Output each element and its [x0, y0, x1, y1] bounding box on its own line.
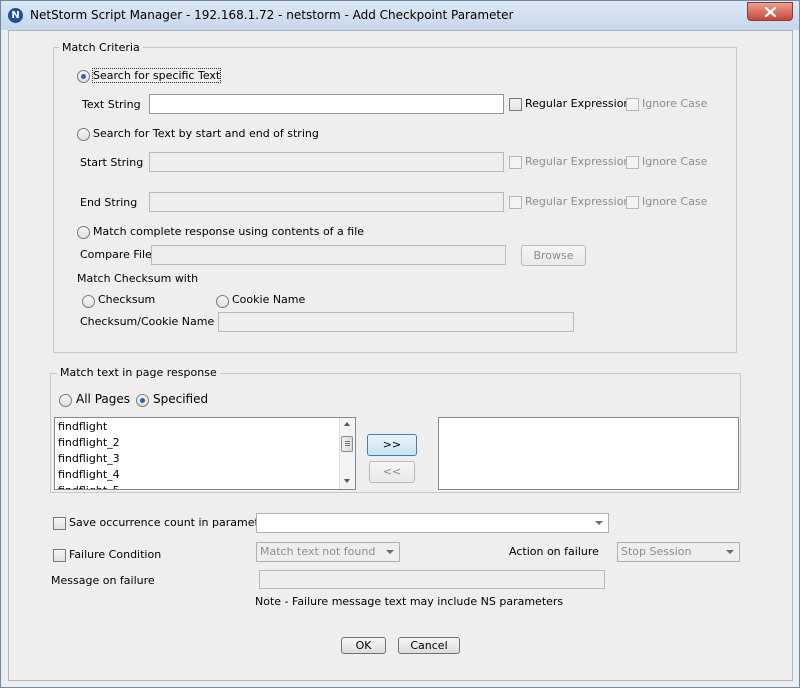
- start-string-label: Start String: [80, 156, 144, 169]
- scroll-up-icon[interactable]: [344, 422, 350, 426]
- end-string-label: End String: [80, 196, 138, 209]
- chevron-down-icon: [595, 521, 603, 525]
- title-bar: N NetStorm Script Manager - 192.168.1.72…: [1, 1, 799, 30]
- failure-condition-checkbox[interactable]: [53, 549, 66, 562]
- checksum-cookie-input[interactable]: [218, 312, 574, 332]
- remove-page-button[interactable]: <<: [369, 461, 415, 483]
- radio-checksum[interactable]: [82, 295, 95, 308]
- regex-checkbox-2[interactable]: [509, 156, 522, 169]
- message-on-failure-label: Message on failure: [51, 574, 155, 587]
- list-item[interactable]: findflight: [55, 419, 355, 435]
- save-count-checkbox[interactable]: [53, 517, 66, 530]
- scroll-down-icon[interactable]: [344, 479, 350, 483]
- ignore-case-checkbox-2[interactable]: [626, 156, 639, 169]
- regex-label-3: Regular Expression: [525, 195, 631, 208]
- chevron-down-icon: [726, 550, 734, 554]
- match-criteria-legend: Match Criteria: [59, 41, 143, 54]
- regex-label-2: Regular Expression: [525, 155, 631, 168]
- radio-all-pages[interactable]: [59, 394, 72, 407]
- radio-search-start-end[interactable]: [77, 128, 90, 141]
- radio-checksum-label[interactable]: Checksum: [98, 293, 155, 306]
- end-string-input[interactable]: [149, 192, 504, 212]
- dialog-window: N NetStorm Script Manager - 192.168.1.72…: [0, 0, 800, 688]
- radio-all-pages-label[interactable]: All Pages: [76, 392, 130, 406]
- ignore-case-label-1: Ignore Case: [642, 97, 708, 110]
- radio-match-file[interactable]: [77, 226, 90, 239]
- list-item[interactable]: findflight_2: [55, 435, 355, 451]
- action-on-failure-select[interactable]: Stop Session: [617, 542, 740, 562]
- radio-specified-label[interactable]: Specified: [153, 392, 208, 406]
- ignore-case-checkbox-1[interactable]: [626, 98, 639, 111]
- radio-search-specific-label[interactable]: Search for specific Text: [91, 68, 222, 83]
- browse-button[interactable]: Browse: [521, 245, 586, 266]
- window-title: NetStorm Script Manager - 192.168.1.72 -…: [30, 8, 514, 22]
- checksum-cookie-field-label: Checksum/Cookie Name: [80, 315, 215, 328]
- ignore-case-label-3: Ignore Case: [642, 195, 708, 208]
- regex-label-1: Regular Expression: [525, 97, 631, 110]
- action-on-failure-label: Action on failure: [509, 545, 599, 558]
- save-count-label: Save occurrence count in parameter: [69, 516, 271, 529]
- list-item[interactable]: findflight_4: [55, 467, 355, 483]
- regex-checkbox-3[interactable]: [509, 196, 522, 209]
- ignore-case-label-2: Ignore Case: [642, 155, 708, 168]
- list-item[interactable]: findflight_5: [55, 483, 355, 489]
- compare-file-input[interactable]: [151, 245, 506, 265]
- failure-condition-value: Match text not found: [260, 545, 376, 558]
- ignore-case-checkbox-3[interactable]: [626, 196, 639, 209]
- radio-search-specific[interactable]: [77, 70, 90, 83]
- text-string-input[interactable]: [149, 94, 504, 114]
- scroll-thumb[interactable]: [341, 436, 353, 452]
- list-item[interactable]: findflight_3: [55, 451, 355, 467]
- close-button[interactable]: [747, 2, 793, 21]
- action-on-failure-value: Stop Session: [621, 545, 692, 558]
- add-page-button[interactable]: >>: [367, 434, 417, 456]
- radio-match-file-label[interactable]: Match complete response using contents o…: [93, 225, 364, 238]
- failure-message-note: Note - Failure message text may include …: [255, 595, 564, 608]
- ok-button[interactable]: OK: [341, 637, 386, 654]
- failure-condition-label: Failure Condition: [69, 548, 162, 561]
- compare-file-label: Compare File: [80, 248, 152, 261]
- cancel-button[interactable]: Cancel: [398, 637, 460, 654]
- radio-specified[interactable]: [136, 394, 149, 407]
- match-checksum-heading: Match Checksum with: [77, 272, 199, 285]
- failure-condition-select[interactable]: Match text not found: [256, 542, 400, 562]
- available-pages-list[interactable]: findflight findflight_2 findflight_3 fin…: [54, 417, 356, 490]
- netstorm-logo-icon: N: [8, 8, 23, 23]
- page-response-legend: Match text in page response: [57, 366, 220, 379]
- chevron-down-icon: [386, 550, 394, 554]
- close-icon: [764, 7, 777, 17]
- start-string-input[interactable]: [149, 152, 504, 172]
- selected-pages-list[interactable]: [438, 417, 739, 490]
- text-string-label: Text String: [82, 98, 141, 111]
- radio-cookie-name-label[interactable]: Cookie Name: [232, 293, 305, 306]
- radio-cookie-name[interactable]: [216, 295, 229, 308]
- save-count-parameter-select[interactable]: [256, 513, 609, 533]
- regex-checkbox-1[interactable]: [509, 98, 522, 111]
- list-scrollbar[interactable]: [339, 418, 355, 489]
- message-on-failure-input[interactable]: [259, 570, 605, 589]
- radio-search-start-end-label[interactable]: Search for Text by start and end of stri…: [93, 127, 319, 140]
